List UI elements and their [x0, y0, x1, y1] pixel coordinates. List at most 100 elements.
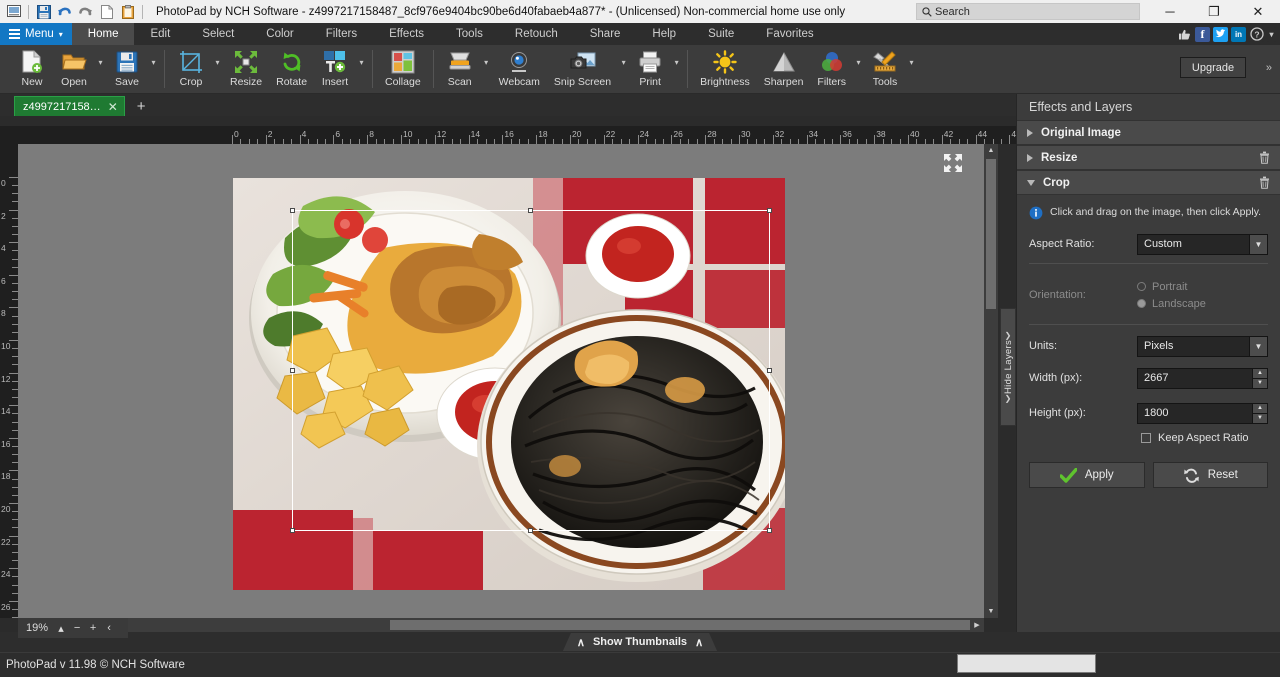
resize-button[interactable]: Resize [223, 46, 269, 93]
radio-dot-portrait[interactable] [1137, 282, 1146, 291]
open-dropdown-caret-icon[interactable]: ▾ [95, 46, 106, 93]
height-input[interactable]: 1800 ▲ ▼ [1137, 402, 1268, 424]
brightness-button[interactable]: Brightness [693, 46, 757, 93]
add-document-button[interactable]: + [137, 98, 146, 116]
keep-aspect-ratio-row[interactable]: Keep Aspect Ratio [1141, 432, 1268, 444]
hide-layers-toggle[interactable]: ❯ Hide Layers ❯ [1000, 308, 1016, 426]
insert-dropdown-caret-icon[interactable]: ▾ [356, 46, 367, 93]
stepper-down-icon[interactable]: ▼ [1252, 413, 1267, 423]
close-button[interactable]: ✕ [1236, 0, 1280, 23]
main-menu-button[interactable]: Menu ▾ [0, 23, 72, 45]
tab-home[interactable]: Home [71, 23, 135, 45]
snip-dropdown-caret-icon[interactable]: ▾ [618, 46, 629, 93]
scan-dropdown-caret-icon[interactable]: ▾ [481, 46, 492, 93]
reset-button[interactable]: Reset [1152, 462, 1268, 488]
maximize-button[interactable]: ❐ [1192, 0, 1236, 23]
close-icon[interactable]: ✕ [108, 100, 118, 114]
crop-button[interactable]: Crop [170, 46, 212, 93]
save-dropdown-caret-icon[interactable]: ▾ [148, 46, 159, 93]
orientation-landscape-option[interactable]: Landscape [1137, 298, 1268, 310]
height-stepper[interactable]: ▲ ▼ [1252, 403, 1267, 423]
collage-button[interactable]: Collage [378, 46, 428, 93]
horizontal-scroll-thumb[interactable] [390, 620, 978, 630]
delete-icon[interactable] [1259, 176, 1270, 192]
upgrade-button[interactable]: Upgrade [1180, 57, 1246, 78]
social-overflow-caret-icon[interactable]: ▾ [1267, 26, 1276, 42]
tab-select[interactable]: Select [186, 23, 250, 45]
paste-icon[interactable] [118, 2, 137, 21]
scroll-down-arrow-icon[interactable]: ▼ [984, 605, 998, 618]
save-button[interactable]: Save [106, 46, 148, 93]
screen-icon[interactable] [4, 2, 23, 21]
facebook-icon[interactable]: f [1195, 26, 1210, 42]
stepper-down-icon[interactable]: ▼ [1252, 378, 1267, 388]
radio-dot-landscape[interactable] [1137, 299, 1146, 308]
canvas-vertical-scrollbar[interactable]: ▲ ▼ [984, 144, 998, 618]
thumbs-up-icon[interactable] [1177, 26, 1192, 42]
orientation-portrait-option[interactable]: Portrait [1137, 281, 1268, 293]
section-crop[interactable]: Crop [1017, 170, 1280, 195]
crop-handle-nw[interactable] [290, 208, 295, 213]
keep-aspect-ratio-checkbox[interactable] [1141, 433, 1151, 443]
search-input[interactable]: Search [916, 3, 1140, 20]
tab-effects[interactable]: Effects [373, 23, 440, 45]
chevron-down-icon[interactable]: ▼ [1249, 234, 1267, 254]
filters-button[interactable]: Filters [810, 46, 853, 93]
section-resize[interactable]: Resize [1017, 145, 1280, 170]
tab-favorites[interactable]: Favorites [750, 23, 829, 45]
chevron-down-icon[interactable] [1027, 179, 1035, 186]
tab-tools[interactable]: Tools [440, 23, 499, 45]
tools-button[interactable]: Tools [864, 46, 906, 93]
filters-dropdown-caret-icon[interactable]: ▾ [853, 46, 864, 93]
zoom-in-button[interactable]: + [85, 619, 101, 637]
tab-help[interactable]: Help [636, 23, 692, 45]
stepper-up-icon[interactable]: ▲ [1252, 403, 1267, 414]
rotate-button[interactable]: Rotate [269, 46, 314, 93]
crop-handle-se[interactable] [767, 528, 772, 533]
delete-icon[interactable] [1259, 151, 1270, 167]
stepper-up-icon[interactable]: ▲ [1252, 368, 1267, 379]
twitter-icon[interactable] [1213, 26, 1228, 42]
tools-dropdown-caret-icon[interactable]: ▾ [906, 46, 917, 93]
tab-suite[interactable]: Suite [692, 23, 750, 45]
ribbon-overflow-icon[interactable]: » [1266, 62, 1272, 74]
vertical-scroll-thumb[interactable] [986, 159, 996, 309]
print-dropdown-caret-icon[interactable]: ▾ [671, 46, 682, 93]
scan-button[interactable]: Scan [439, 46, 481, 93]
help-icon[interactable]: ? [1249, 26, 1264, 42]
section-original-image[interactable]: Original Image [1017, 120, 1280, 145]
linkedin-icon[interactable]: in [1231, 26, 1246, 42]
open-button[interactable]: Open [53, 46, 95, 93]
aspect-ratio-select[interactable]: Custom ▼ [1137, 233, 1268, 255]
tab-share[interactable]: Share [574, 23, 637, 45]
crop-handle-w[interactable] [290, 367, 295, 373]
fullscreen-expand-icon[interactable] [940, 150, 966, 176]
new-button[interactable]: New [11, 46, 53, 93]
minimize-button[interactable]: ─ [1148, 0, 1192, 23]
scroll-up-arrow-icon[interactable]: ▲ [984, 144, 998, 157]
chevron-right-icon[interactable] [1027, 128, 1033, 137]
image-canvas[interactable] [18, 144, 998, 618]
tab-color[interactable]: Color [250, 23, 309, 45]
save-icon[interactable] [34, 2, 53, 21]
new-page-icon[interactable] [97, 2, 116, 21]
print-button[interactable]: Print [629, 46, 671, 93]
tab-retouch[interactable]: Retouch [499, 23, 574, 45]
units-select[interactable]: Pixels ▼ [1137, 335, 1268, 357]
crop-handle-e[interactable] [767, 367, 772, 373]
crop-handle-sw[interactable] [290, 528, 295, 533]
zoom-prev-button[interactable]: ‹ [101, 619, 117, 637]
width-input[interactable]: 2667 ▲ ▼ [1137, 367, 1268, 389]
crop-handle-s[interactable] [528, 528, 533, 533]
show-thumbnails-button[interactable]: ∧ Show Thumbnails ∧ [563, 633, 717, 651]
zoom-out-button[interactable]: − [69, 619, 85, 637]
width-stepper[interactable]: ▲ ▼ [1252, 368, 1267, 388]
undo-icon[interactable] [55, 2, 74, 21]
scroll-right-arrow-icon[interactable]: ▶ [970, 618, 984, 632]
sharpen-button[interactable]: Sharpen [757, 46, 811, 93]
insert-button[interactable]: Insert [314, 46, 356, 93]
crop-handle-ne[interactable] [767, 208, 772, 213]
canvas-horizontal-scrollbar[interactable]: ▶ [18, 618, 984, 632]
crop-selection-overlay[interactable] [290, 208, 772, 533]
document-tab[interactable]: z4997217158… ✕ [14, 96, 125, 116]
